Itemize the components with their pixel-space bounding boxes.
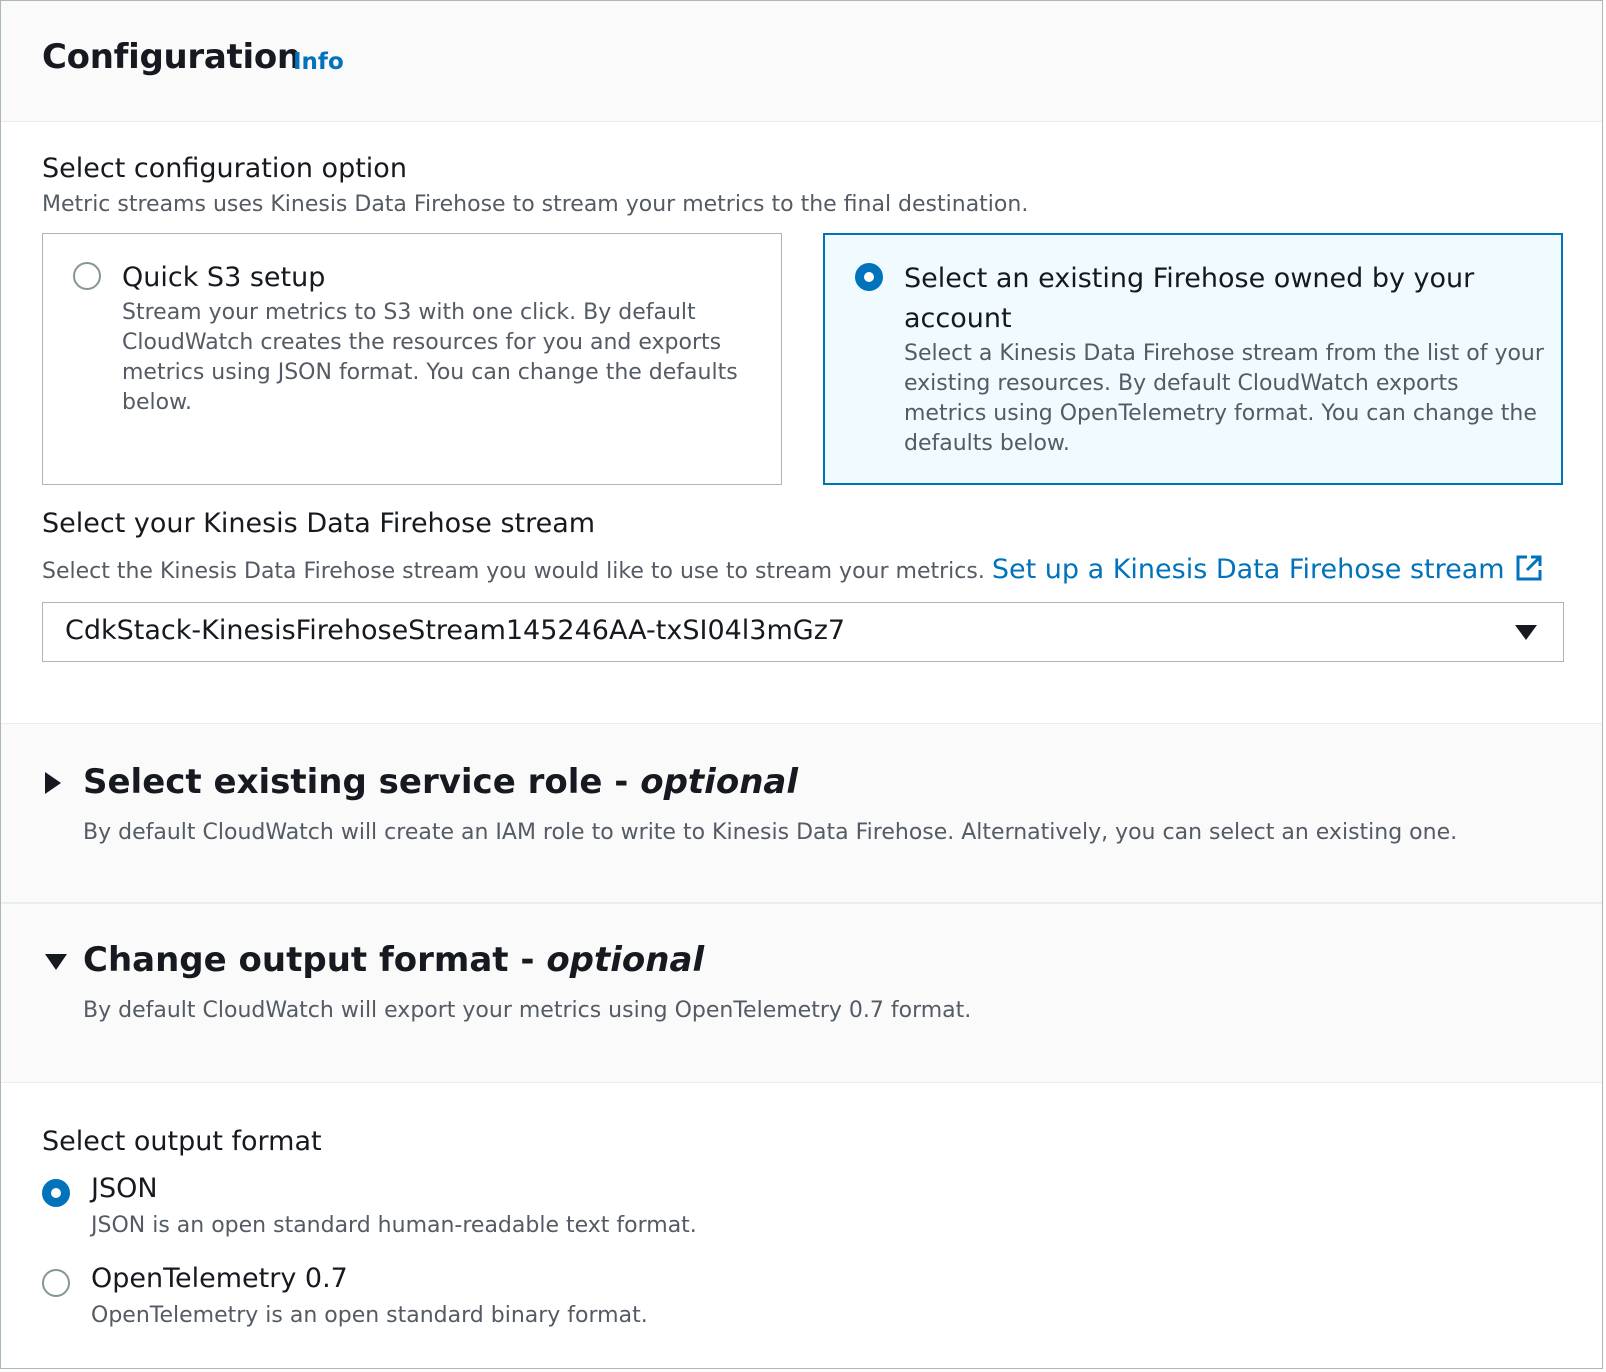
stream-label: Select your Kinesis Data Firehose stream — [42, 508, 596, 539]
quick-s3-radio[interactable] — [73, 262, 101, 290]
firehose-stream-select[interactable]: CdkStack-KinesisFirehoseStream145246AA-t… — [42, 602, 1564, 662]
config-option-description: Metric streams uses Kinesis Data Firehos… — [42, 192, 1029, 217]
existing-firehose-radio[interactable] — [855, 263, 883, 291]
panel-title: Configuration — [42, 37, 301, 77]
option-description: JSON is an open standard human-readable … — [91, 1213, 697, 1238]
tile-description: Stream your metrics to S3 with one click… — [122, 300, 738, 415]
panel-header: Configuration Info — [1, 1, 1602, 122]
output-format-expander: Change output format - optional By defau… — [1, 904, 1602, 1083]
stream-description: Select the Kinesis Data Firehose stream … — [42, 559, 985, 584]
service-role-title[interactable]: Select existing service role - optional — [83, 762, 798, 802]
option-label: JSON — [91, 1173, 158, 1204]
tile-title: Quick S3 setup — [122, 262, 326, 293]
caret-down-icon[interactable] — [45, 954, 67, 970]
service-role-expander: Select existing service role - optional … — [1, 723, 1602, 905]
external-link-icon — [1515, 554, 1543, 589]
firehose-stream-value: CdkStack-KinesisFirehoseStream145246AA-t… — [65, 615, 846, 646]
setup-firehose-link-label: Set up a Kinesis Data Firehose stream — [991, 554, 1505, 585]
option-label: OpenTelemetry 0.7 — [91, 1263, 348, 1294]
stream-description-row: Select the Kinesis Data Firehose stream … — [42, 554, 1543, 589]
tile-existing-firehose[interactable]: Select an existing Firehose owned by you… — [823, 233, 1563, 485]
caret-right-icon[interactable] — [45, 772, 61, 794]
info-link[interactable]: Info — [293, 49, 344, 75]
json-radio[interactable] — [42, 1179, 70, 1207]
setup-firehose-link[interactable]: Set up a Kinesis Data Firehose stream — [992, 554, 1543, 585]
tile-title: Select an existing Firehose owned by you… — [904, 263, 1475, 334]
output-format-description: By default CloudWatch will export your m… — [83, 998, 972, 1023]
service-role-description: By default CloudWatch will create an IAM… — [83, 820, 1458, 845]
output-format-select-label: Select output format — [42, 1126, 322, 1157]
tile-quick-s3-setup[interactable]: Quick S3 setup Stream your metrics to S3… — [42, 233, 782, 485]
output-format-title[interactable]: Change output format - optional — [83, 940, 704, 980]
caret-down-icon — [1515, 625, 1537, 640]
option-description: OpenTelemetry is an open standard binary… — [91, 1303, 648, 1328]
config-option-label: Select configuration option — [42, 153, 407, 184]
tile-description: Select a Kinesis Data Firehose stream fr… — [904, 341, 1544, 456]
configuration-panel: Configuration Info Select configuration … — [0, 0, 1603, 1369]
opentelemetry-radio[interactable] — [42, 1269, 70, 1297]
